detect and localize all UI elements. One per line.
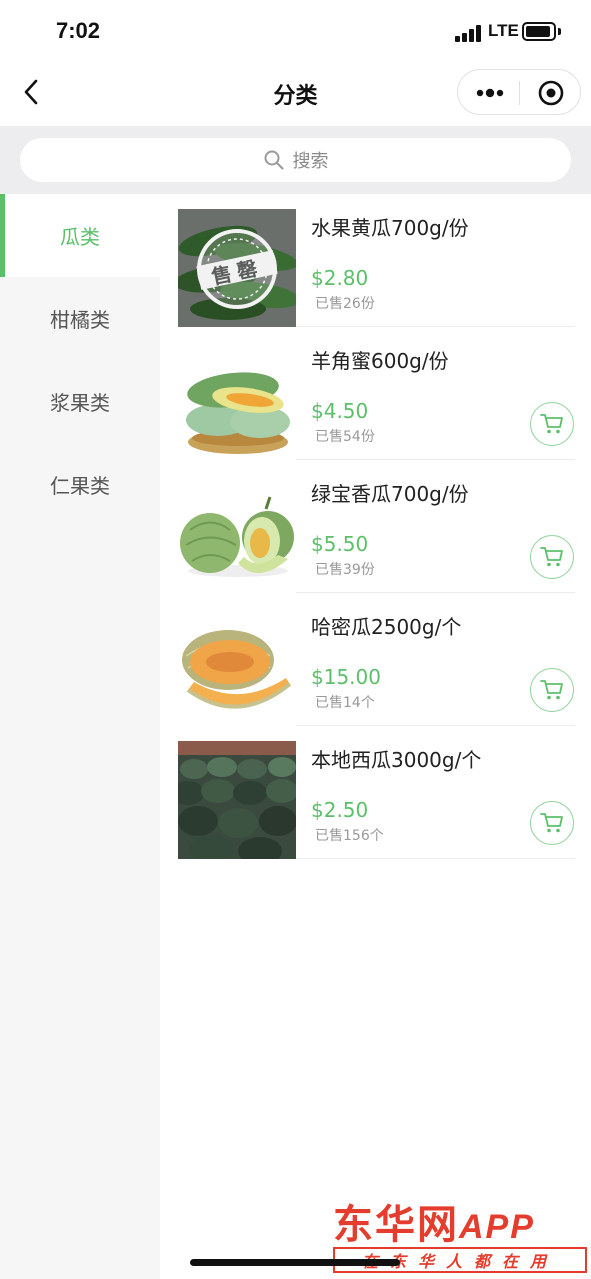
- product-name: 水果黄瓜700g/份: [311, 216, 469, 240]
- product-item[interactable]: 哈密瓜2500g/个 $15.00 已售14个: [178, 593, 575, 726]
- status-bar: 7:02 LTE: [0, 0, 591, 62]
- product-price: $2.50: [311, 798, 369, 822]
- battery-icon: [522, 22, 556, 41]
- cart-icon: [540, 547, 563, 567]
- signal-icon: [455, 24, 483, 42]
- more-dots-icon: [476, 88, 504, 98]
- sidebar-item-pome[interactable]: 仁果类: [0, 443, 160, 526]
- product-price: $15.00: [311, 665, 381, 689]
- add-to-cart-button[interactable]: [530, 535, 574, 579]
- category-sidebar: 瓜类 柑橘类 浆果类 仁果类: [0, 194, 160, 1279]
- nav-bar: 分类: [0, 62, 591, 126]
- close-miniprogram-button[interactable]: [532, 78, 570, 108]
- product-name: 绿宝香瓜700g/份: [311, 482, 469, 506]
- add-to-cart-button[interactable]: [530, 668, 574, 712]
- product-price: $4.50: [311, 399, 369, 423]
- watermark-brand: 东华网: [333, 1202, 459, 1248]
- product-price: $2.80: [311, 266, 369, 290]
- search-input[interactable]: 搜索: [20, 138, 571, 182]
- product-image-watermelon: [178, 741, 296, 859]
- product-name: 哈密瓜2500g/个: [311, 615, 462, 639]
- cart-icon: [540, 813, 563, 833]
- product-sold-count: 已售14个: [315, 695, 375, 711]
- cart-icon: [540, 414, 563, 434]
- target-icon: [538, 80, 564, 106]
- search-icon: [264, 150, 283, 170]
- sidebar-item-melons[interactable]: 瓜类: [0, 194, 160, 277]
- product-name: 羊角蜜600g/份: [311, 349, 449, 373]
- status-time: 7:02: [56, 18, 101, 43]
- product-image-yangjiaomi: [178, 342, 296, 460]
- product-item[interactable]: 本地西瓜3000g/个 $2.50 已售156个: [178, 726, 575, 859]
- sidebar-item-berries[interactable]: 浆果类: [0, 360, 160, 443]
- product-item[interactable]: 售罄 水果黄瓜700g/份 $2.80 已售26份: [178, 194, 575, 327]
- capsule-divider: [519, 81, 520, 105]
- search-area: 搜索: [0, 126, 591, 194]
- sidebar-item-citrus[interactable]: 柑橘类: [0, 277, 160, 360]
- product-item[interactable]: 羊角蜜600g/份 $4.50 已售54份: [178, 327, 575, 460]
- product-sold-count: 已售26份: [315, 296, 375, 312]
- product-sold-count: 已售39份: [315, 562, 375, 578]
- sidebar-item-label: 柑橘类: [50, 308, 110, 332]
- search-placeholder: 搜索: [292, 151, 329, 172]
- sidebar-item-label: 瓜类: [60, 225, 100, 249]
- watermark-app: APP: [459, 1208, 535, 1246]
- mini-program-capsule: [457, 69, 581, 115]
- product-image-hami-melon: [178, 608, 296, 726]
- network-label: LTE: [488, 21, 519, 40]
- watermark-title: 东华网APP: [333, 1192, 535, 1250]
- more-button[interactable]: [470, 78, 510, 108]
- product-sold-count: 已售156个: [315, 828, 384, 844]
- active-indicator: [0, 194, 5, 277]
- sidebar-item-label: 浆果类: [50, 391, 110, 415]
- product-image-green-melon: [178, 475, 296, 593]
- product-price: $5.50: [311, 532, 369, 556]
- product-image-cucumber: 售罄: [178, 209, 296, 327]
- sidebar-item-label: 仁果类: [50, 474, 110, 498]
- add-to-cart-button[interactable]: [530, 801, 574, 845]
- product-name: 本地西瓜3000g/个: [311, 748, 482, 772]
- cart-icon: [540, 680, 563, 700]
- add-to-cart-button[interactable]: [530, 402, 574, 446]
- product-sold-count: 已售54份: [315, 429, 375, 445]
- product-item[interactable]: 绿宝香瓜700g/份 $5.50 已售39份: [178, 460, 575, 593]
- home-indicator[interactable]: [190, 1259, 400, 1266]
- battery-cap: [558, 28, 561, 35]
